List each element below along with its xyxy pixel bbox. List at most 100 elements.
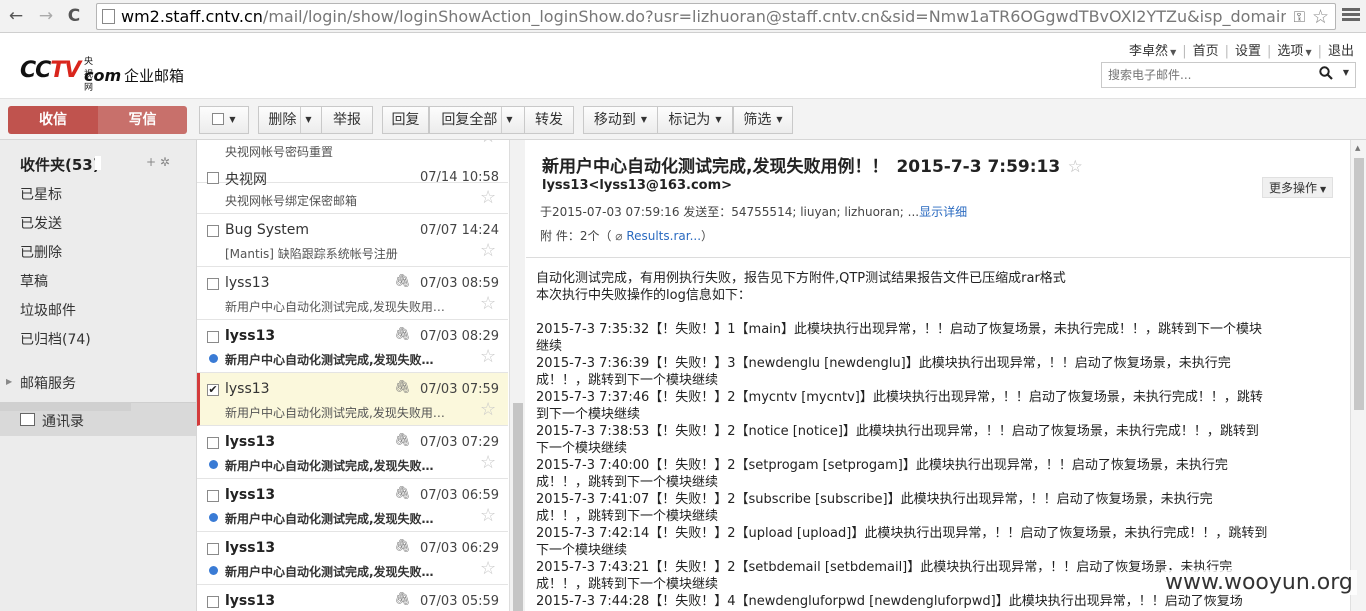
more-actions-button[interactable]: 更多操作 ▼ bbox=[1262, 177, 1334, 198]
search-icon[interactable] bbox=[1319, 66, 1333, 80]
mail-list-item[interactable]: lyss13🖇07/03 05:59☆ bbox=[197, 585, 508, 611]
mail-checkbox[interactable] bbox=[207, 225, 219, 237]
log-line: 2015-7-3 7:41:07【！失败！】2【subscribe [subsc… bbox=[536, 492, 1213, 507]
expand-triangle-icon[interactable]: ▶ bbox=[6, 377, 12, 386]
mail-sender: lyss13 bbox=[225, 275, 270, 291]
reply-all-button[interactable]: 回复全部 ▼ bbox=[429, 106, 525, 134]
mail-list-item[interactable]: Bug System 07/07 14:24 [Mantis] 缺陷跟踪系统帐号注册… bbox=[197, 214, 508, 267]
logo-com: com bbox=[84, 66, 122, 85]
mail-list-scroll-thumb[interactable] bbox=[513, 403, 523, 611]
browser-menu-icon[interactable] bbox=[1342, 6, 1360, 24]
folder-starred[interactable]: 已星标 bbox=[20, 184, 62, 204]
star-icon[interactable]: ☆ bbox=[480, 140, 496, 147]
mail-checkbox[interactable] bbox=[207, 596, 219, 608]
mail-checkbox[interactable] bbox=[207, 490, 219, 502]
mail-services[interactable]: 邮箱服务 bbox=[20, 373, 76, 393]
star-icon[interactable]: ☆ bbox=[480, 187, 496, 208]
star-icon[interactable]: ☆ bbox=[1062, 157, 1083, 177]
search-input[interactable] bbox=[1102, 63, 1312, 87]
unread-dot-icon bbox=[209, 566, 218, 575]
mail-list-item[interactable]: 央视网 07/14 10:58 央视网帐号绑定保密邮箱 ☆ bbox=[197, 161, 508, 214]
mail-date: 07/03 06:59 bbox=[420, 488, 500, 503]
paperclip-icon: 🖇 bbox=[394, 486, 411, 501]
sidebar-scrollbar[interactable] bbox=[0, 402, 131, 411]
mail-list-item[interactable]: lyss13 🖇 07/03 06:29 新用户中心自动化测试完成,发现失败… ☆ bbox=[197, 532, 508, 585]
mail-sender: lyss13 bbox=[225, 487, 276, 503]
mail-toolbar: 收信 写信 ▼ 删除 ▼ 举报 回复 回复全部 ▼ 转发 移动到 ▼ 标记为 ▼ 筛选 ▼ bbox=[0, 98, 1366, 140]
folder-drafts[interactable]: 草稿 bbox=[20, 271, 48, 291]
mail-checkbox[interactable] bbox=[207, 278, 219, 290]
mail-sender: lyss13 bbox=[225, 381, 270, 397]
address-bar[interactable]: wm2.staff.cntv.cn/mail/login/show/loginS… bbox=[96, 3, 1336, 30]
inbox-button[interactable]: 收信 bbox=[8, 106, 98, 134]
reading-pane: 新用户中心自动化测试完成,发现失败用例！！ 2015-7-3 7:59:13 ☆ … bbox=[526, 140, 1350, 611]
select-all-checkbox[interactable] bbox=[212, 113, 225, 125]
forward-icon[interactable]: → bbox=[36, 6, 56, 26]
mail-date: 07/03 07:29 bbox=[420, 435, 500, 450]
message-sender[interactable]: lyss13<lyss13@163.com> bbox=[542, 178, 732, 193]
reading-pane-scrollbar[interactable]: ▲ bbox=[1350, 140, 1366, 611]
mail-checkbox[interactable] bbox=[207, 331, 219, 343]
folder-scroll-marker bbox=[95, 156, 101, 170]
mail-list-scrollbar[interactable] bbox=[509, 140, 525, 611]
back-icon[interactable]: ← bbox=[6, 6, 26, 26]
star-icon[interactable]: ☆ bbox=[480, 346, 496, 367]
star-icon[interactable]: ☆ bbox=[480, 505, 496, 526]
mail-list-item[interactable]: lyss13 🖇 07/03 08:29 新用户中心自动化测试完成,发现失败… ☆ bbox=[197, 320, 508, 373]
star-icon[interactable]: ☆ bbox=[480, 558, 496, 579]
folder-sent[interactable]: 已发送 bbox=[20, 213, 62, 233]
folder-deleted[interactable]: 已删除 bbox=[20, 242, 62, 262]
star-icon[interactable]: ☆ bbox=[480, 452, 496, 473]
mark-as-button[interactable]: 标记为 ▼ bbox=[657, 106, 733, 134]
user-menu[interactable]: 李卓然 ▼ bbox=[1129, 40, 1176, 59]
mail-checkbox[interactable] bbox=[207, 543, 219, 555]
report-button[interactable]: 举报 bbox=[321, 106, 373, 134]
inbox-folder[interactable]: 收件夹(53) bbox=[20, 154, 100, 175]
mail-sender: lyss13 bbox=[225, 328, 276, 344]
log-line: 2015-7-3 7:36:39【！失败！】3【newdenglu [newde… bbox=[536, 356, 1231, 371]
url-text[interactable]: wm2.staff.cntv.cn/mail/login/show/loginS… bbox=[121, 7, 1286, 27]
move-to-button[interactable]: 移动到 ▼ bbox=[583, 106, 658, 134]
home-link[interactable]: 首页 bbox=[1193, 40, 1219, 59]
reload-icon[interactable]: C bbox=[64, 6, 84, 26]
folder-tools-icon[interactable]: + ✲ bbox=[146, 155, 170, 169]
unread-dot-icon bbox=[209, 513, 218, 522]
folder-spam[interactable]: 垃圾邮件 bbox=[20, 300, 76, 320]
search-box: ▼ bbox=[1101, 62, 1356, 88]
attachment-link[interactable]: Results.rar... bbox=[626, 229, 701, 243]
mail-sender: lyss13 bbox=[225, 540, 276, 556]
compose-button[interactable]: 写信 bbox=[98, 106, 187, 134]
forward-button[interactable]: 转发 bbox=[524, 106, 574, 134]
message-attachments: 附 件：2个（ ⌀ Results.rar...） bbox=[540, 229, 714, 243]
mail-list-item[interactable]: lyss13 🖇 07/03 07:29 新用户中心自动化测试完成,发现失败… ☆ bbox=[197, 426, 508, 479]
filter-button[interactable]: 筛选 ▼ bbox=[733, 106, 793, 134]
logout-link[interactable]: 退出 bbox=[1328, 40, 1354, 59]
mail-checkbox[interactable] bbox=[207, 172, 219, 184]
star-icon[interactable]: ☆ bbox=[480, 399, 496, 420]
reply-button[interactable]: 回复 bbox=[382, 106, 429, 134]
mail-list-item[interactable]: ✔ lyss13 🖇 07/03 07:59 新用户中心自动化测试完成,发现失败用… ☆ bbox=[197, 373, 508, 426]
mail-checkbox[interactable] bbox=[207, 437, 219, 449]
settings-link[interactable]: 设置 bbox=[1235, 40, 1261, 59]
reading-pane-scroll-thumb[interactable] bbox=[1354, 158, 1364, 410]
star-icon[interactable]: ☆ bbox=[480, 240, 496, 261]
show-details-link[interactable]: 显示详细 bbox=[919, 205, 967, 219]
select-all-dropdown[interactable]: ▼ bbox=[199, 106, 249, 134]
mail-list-item[interactable]: lyss13 🖇 07/03 08:59 新用户中心自动化测试完成,发现失败用… ☆ bbox=[197, 267, 508, 320]
star-icon[interactable]: ☆ bbox=[480, 293, 496, 314]
unread-dot-icon bbox=[209, 354, 218, 363]
search-options-icon[interactable]: ▼ bbox=[1343, 68, 1349, 77]
options-menu[interactable]: 选项 ▼ bbox=[1277, 40, 1311, 59]
mail-checkbox[interactable]: ✔ bbox=[207, 384, 219, 396]
paperclip-icon: 🖇 bbox=[394, 433, 411, 448]
logo-cctv: CCTV bbox=[20, 58, 81, 83]
mail-list-item[interactable]: lyss13 🖇 07/03 06:59 新用户中心自动化测试完成,发现失败… ☆ bbox=[197, 479, 508, 532]
delete-button[interactable]: 删除 ▼ bbox=[258, 106, 322, 134]
mail-sender: lyss13 bbox=[225, 434, 276, 450]
scroll-up-icon[interactable]: ▲ bbox=[1355, 144, 1360, 152]
bookmark-star-icon[interactable]: ☆ bbox=[1312, 6, 1329, 28]
key-icon[interactable]: ⚿ bbox=[1294, 8, 1305, 26]
mail-subject: 新用户中心自动化测试完成,发现失败… bbox=[225, 459, 434, 473]
folder-archived[interactable]: 已归档(74) bbox=[20, 329, 91, 349]
log-line: 2015-7-3 7:42:14【！失败！】2【upload [upload]】… bbox=[536, 526, 1268, 541]
